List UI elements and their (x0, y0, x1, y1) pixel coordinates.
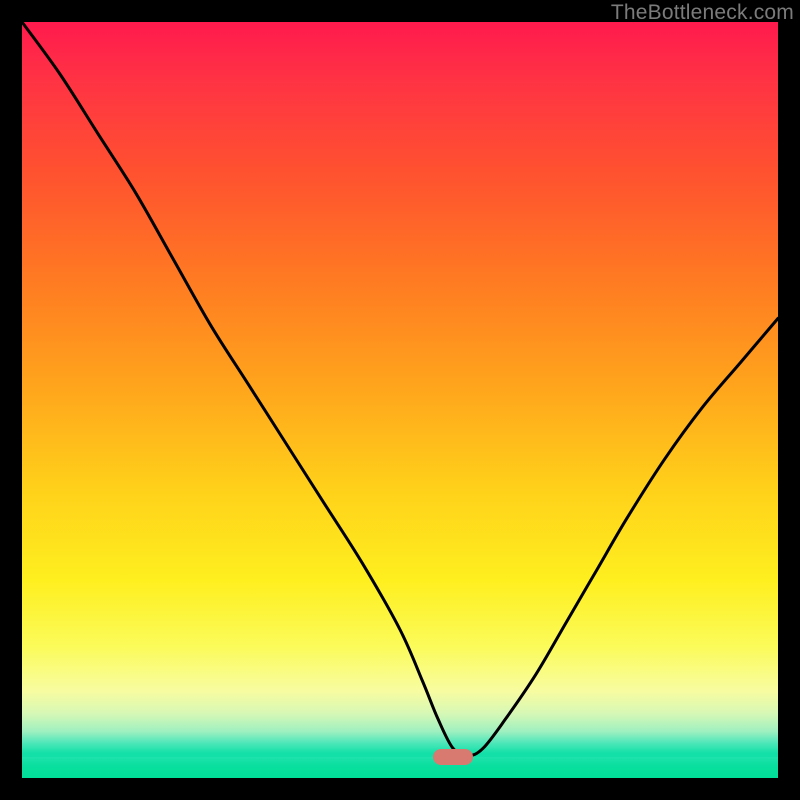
plot-area (22, 22, 778, 778)
watermark-text: TheBottleneck.com (611, 1, 794, 25)
chart-frame: TheBottleneck.com (0, 0, 800, 800)
bottleneck-curve (22, 22, 778, 778)
optimal-point-marker (433, 749, 473, 765)
